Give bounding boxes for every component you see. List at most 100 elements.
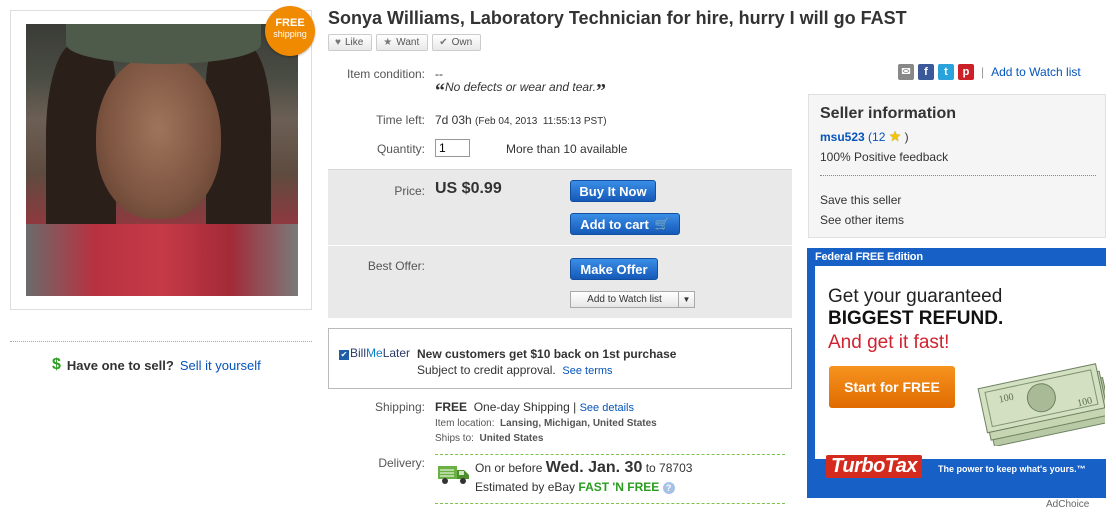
quantity-label: Quantity: <box>376 142 425 156</box>
heart-icon: ♥ <box>335 37 341 48</box>
shipping-method: One-day Shipping <box>473 400 570 414</box>
seller-name-link[interactable]: msu523 <box>820 130 865 144</box>
share-row: ✉ f t p | Add to Watch list <box>898 64 1081 80</box>
dollar-icon: $ <box>52 356 61 373</box>
star-icon: ★ <box>888 128 902 144</box>
see-other-items-link[interactable]: See other items <box>820 213 904 227</box>
see-details-link[interactable]: See details <box>580 402 634 414</box>
facebook-icon[interactable]: f <box>918 64 934 80</box>
social-buttons: ♥ Like ★ Want ✔ Own <box>328 34 482 51</box>
money-stack-image: 100 100 <box>977 363 1105 446</box>
turbotax-logo: TurboTax <box>826 455 923 478</box>
ships-to-row: Ships to: United States <box>435 433 543 444</box>
bill-me-later-box: ✔ BillMeLater New customers get $10 back … <box>328 328 792 389</box>
shipping-row: FREE One-day Shipping | See details <box>435 400 634 414</box>
bml-headline: New customers get $10 back on 1st purcha… <box>417 347 677 361</box>
bml-bill: Bill <box>350 346 367 360</box>
star-outline-icon: ★ <box>383 37 393 48</box>
delivery-date: Wed. Jan. 30 <box>545 459 643 476</box>
delivery-estimate-line: On or before Wed. Jan. 30 to 78703 <box>475 459 692 477</box>
free-badge-line1: FREE <box>275 17 305 29</box>
best-offer-label: Best Offer: <box>367 259 425 273</box>
delivery-label: Delivery: <box>378 456 425 470</box>
add-to-cart-label: Add to cart <box>580 216 649 232</box>
own-button[interactable]: ✔ Own <box>432 34 482 51</box>
ad-line1: Get your guaranteed <box>828 286 1003 307</box>
seller-score-open[interactable]: (12 <box>868 130 885 144</box>
buy-panel-divider <box>328 245 792 246</box>
sell-it-yourself-link[interactable]: Sell it yourself <box>180 358 261 373</box>
condition-quote: “No defects or wear and tear.” <box>435 80 606 103</box>
bml-later: Later <box>382 346 411 360</box>
free-shipping-badge: FREE shipping <box>265 6 315 56</box>
chevron-down-icon[interactable]: ▼ <box>678 292 694 307</box>
time-left-value: 7d 03h <box>435 113 472 127</box>
item-location-label: Item location: <box>435 418 495 429</box>
photo-face <box>96 54 221 219</box>
own-label: Own <box>451 37 473 48</box>
make-offer-label: Make Offer <box>580 261 648 277</box>
turbotax-ad[interactable]: Federal FREE Edition Get your guaranteed… <box>807 248 1106 498</box>
ad-line3: And get it fast! <box>828 332 950 353</box>
add-to-watch-list-dropdown[interactable]: Add to Watch list ▼ <box>570 291 695 308</box>
condition-label: Item condition: <box>346 67 425 81</box>
cart-icon: 🛒 <box>654 217 670 231</box>
see-terms-link[interactable]: See terms <box>562 365 612 377</box>
photo-shirt <box>26 224 298 296</box>
shipping-free: FREE <box>435 400 468 414</box>
ad-start-button[interactable]: Start for FREE <box>829 366 955 408</box>
ad-line2: BIGGEST REFUND. <box>828 308 1004 329</box>
watch-select-label: Add to Watch list <box>587 294 662 305</box>
bml-check-icon: ✔ <box>339 350 349 360</box>
sell-question: Have one to sell? <box>66 357 174 373</box>
add-to-watch-list-link[interactable]: Add to Watch list <box>991 65 1081 79</box>
want-label: Want <box>396 37 420 48</box>
delivery-estimated-line: Estimated by eBay FAST 'N FREE ? <box>475 480 675 494</box>
buy-it-now-label: Buy It Now <box>579 183 647 199</box>
email-icon[interactable]: ✉ <box>898 64 914 80</box>
pinterest-icon[interactable]: p <box>958 64 974 80</box>
truck-icon <box>438 466 469 484</box>
delivery-prefix: On or before <box>475 461 543 475</box>
shipping-label: Shipping: <box>374 400 425 414</box>
want-button[interactable]: ★ Want <box>376 34 429 51</box>
condition-quote-text: No defects or wear and tear. <box>445 80 596 94</box>
add-to-cart-button[interactable]: Add to cart 🛒 <box>570 213 680 235</box>
close-quote: ” <box>595 80 606 102</box>
delivery-estimated: Estimated by eBay <box>475 480 576 494</box>
bml-subline: Subject to credit approval. See terms <box>417 363 613 377</box>
time-left-row: 7d 03h (Feb 04, 2013 11:55:13 PST) <box>435 113 607 127</box>
buy-it-now-button[interactable]: Buy It Now <box>570 180 656 202</box>
positive-feedback: 100% Positive feedback <box>820 150 949 164</box>
left-divider <box>10 341 312 342</box>
open-quote: “ <box>435 80 445 102</box>
bill-me-later-logo: ✔ BillMeLater <box>339 346 410 360</box>
quantity-available: More than 10 available <box>506 142 628 156</box>
ad-top-label: Federal FREE Edition <box>815 251 923 263</box>
bml-me: Me <box>366 346 383 360</box>
help-icon[interactable]: ? <box>662 482 675 494</box>
bml-sub-text: Subject to credit approval. <box>417 363 556 377</box>
seller-id-row: msu523 (12 ★ ) <box>820 128 909 145</box>
quantity-input[interactable] <box>435 139 470 157</box>
ships-to-value: United States <box>479 433 544 444</box>
like-button[interactable]: ♥ Like <box>328 34 373 51</box>
checkmark-icon: ✔ <box>439 37 448 48</box>
photo-cap <box>66 24 261 64</box>
condition-value: -- <box>435 67 443 81</box>
price-label: Price: <box>394 184 425 198</box>
price-value: US $0.99 <box>435 180 502 197</box>
shipping-sep: | <box>573 400 577 414</box>
adchoice-link[interactable]: AdChoice <box>1046 499 1089 510</box>
fast-n-free: FAST 'N FREE <box>578 480 660 494</box>
item-location-row: Item location: Lansing, Michigan, United… <box>435 418 657 429</box>
twitter-icon[interactable]: t <box>938 64 954 80</box>
item-photo[interactable] <box>26 24 298 296</box>
save-seller-link[interactable]: Save this seller <box>820 193 901 207</box>
make-offer-button[interactable]: Make Offer <box>570 258 658 280</box>
seller-info-box: Seller information msu523 (12 ★ ) 100% P… <box>808 94 1106 238</box>
end-time: (Feb 04, 2013 11:55:13 PST) <box>475 116 607 127</box>
delivery-box: On or before Wed. Jan. 30 to 78703 Estim… <box>435 454 785 504</box>
seller-score-close: ) <box>904 130 909 144</box>
share-sep: | <box>981 65 985 79</box>
